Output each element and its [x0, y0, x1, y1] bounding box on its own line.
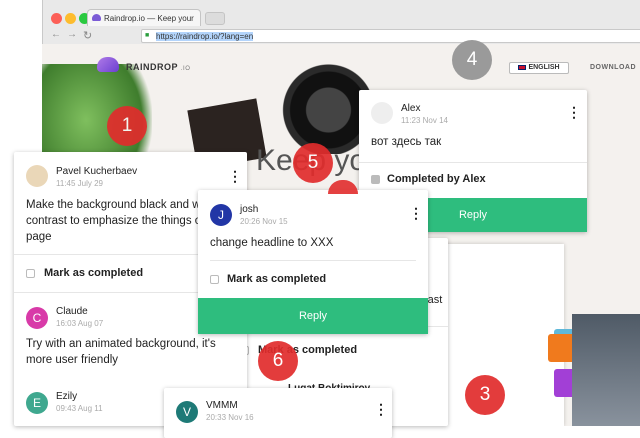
commenter-name: Alex: [401, 103, 421, 114]
new-tab-button[interactable]: [205, 12, 225, 25]
completed-checkbox[interactable]: [371, 175, 380, 184]
commenter-name: josh: [240, 204, 259, 215]
avatar: C: [26, 307, 48, 329]
back-arrow-icon[interactable]: ←: [51, 29, 61, 40]
comment-time: 20:33 Nov 16: [206, 413, 254, 422]
avatar: [26, 165, 48, 187]
mark-completed-checkbox[interactable]: [26, 269, 35, 278]
annotation-badge[interactable]: 3: [465, 375, 505, 415]
annotation-badge[interactable]: 4: [452, 40, 492, 80]
more-options-icon[interactable]: ⋮: [567, 105, 581, 119]
tab-title: Raindrop.io — Keep your: [104, 14, 194, 23]
annotation-badge[interactable]: 1: [107, 106, 147, 146]
address-bar[interactable]: ■ https://raindrop.io/?lang=en: [141, 29, 640, 43]
annotation-badge[interactable]: 5: [293, 143, 333, 183]
close-window-button[interactable]: [51, 13, 62, 24]
raindrop-logo-icon[interactable]: [97, 57, 119, 72]
divider: [359, 162, 587, 163]
raindrop-favicon-icon: [92, 14, 101, 21]
comment-time: 16:03 Aug 07: [56, 319, 104, 328]
mark-completed-checkbox[interactable]: [210, 275, 219, 284]
commenter-name: Claude: [56, 306, 88, 317]
comment-time: 09:43 Aug 11: [56, 404, 103, 413]
reply-button[interactable]: Reply: [198, 298, 428, 334]
minimize-window-button[interactable]: [65, 13, 76, 24]
commenter-name: VMMM: [206, 400, 238, 411]
comment-time: 11:45 July 29: [56, 179, 103, 188]
commenter-name: Pavel Kucherbaev: [56, 166, 138, 177]
comment-time: 11:23 Nov 14: [401, 116, 448, 125]
comment-time: 20:26 Nov 15: [240, 217, 288, 226]
language-selector[interactable]: ENGLISH: [509, 62, 569, 74]
commenter-name: Ezily: [56, 391, 78, 402]
comment-text: change headline to XXX: [210, 237, 334, 249]
flag-icon: [518, 64, 527, 70]
divider: [210, 260, 416, 261]
site-logo-text[interactable]: RAINDROP .IO: [126, 62, 190, 72]
avatar: V: [176, 401, 198, 423]
more-options-icon[interactable]: ⋮: [409, 206, 423, 220]
lock-icon: ■: [145, 32, 150, 39]
comment-card-vmmm: V VMMM 20:33 Nov 16 ⋮: [164, 388, 392, 438]
mountain-photo: [572, 314, 640, 426]
comment-card-josh: J josh 20:26 Nov 15 ⋮ change headline to…: [198, 190, 428, 334]
avatar: [371, 102, 393, 124]
annotation-badge[interactable]: 6: [258, 341, 298, 381]
mark-completed-label[interactable]: Mark as completed: [227, 273, 326, 285]
more-options-icon[interactable]: ⋮: [374, 402, 388, 416]
reload-icon[interactable]: ↻: [83, 29, 92, 42]
comment-text: Try with an animated background, it's mo…: [26, 338, 216, 366]
browser-tab[interactable]: Raindrop.io — Keep your: [87, 9, 201, 26]
url-text: https://raindrop.io/?lang=en: [156, 32, 254, 41]
avatar: J: [210, 204, 232, 226]
comment-text: вот здесь так: [371, 136, 442, 148]
avatar: E: [26, 392, 48, 414]
more-options-icon[interactable]: ⋮: [228, 169, 242, 183]
mark-completed-label[interactable]: Mark as completed: [44, 267, 143, 279]
browser-toolbar: Raindrop.io — Keep your ← → ↻ ■ https://…: [42, 0, 640, 44]
forward-arrow-icon[interactable]: →: [67, 29, 77, 40]
download-link[interactable]: DOWNLOAD: [590, 64, 636, 71]
completed-label: Completed by Alex: [387, 173, 486, 185]
